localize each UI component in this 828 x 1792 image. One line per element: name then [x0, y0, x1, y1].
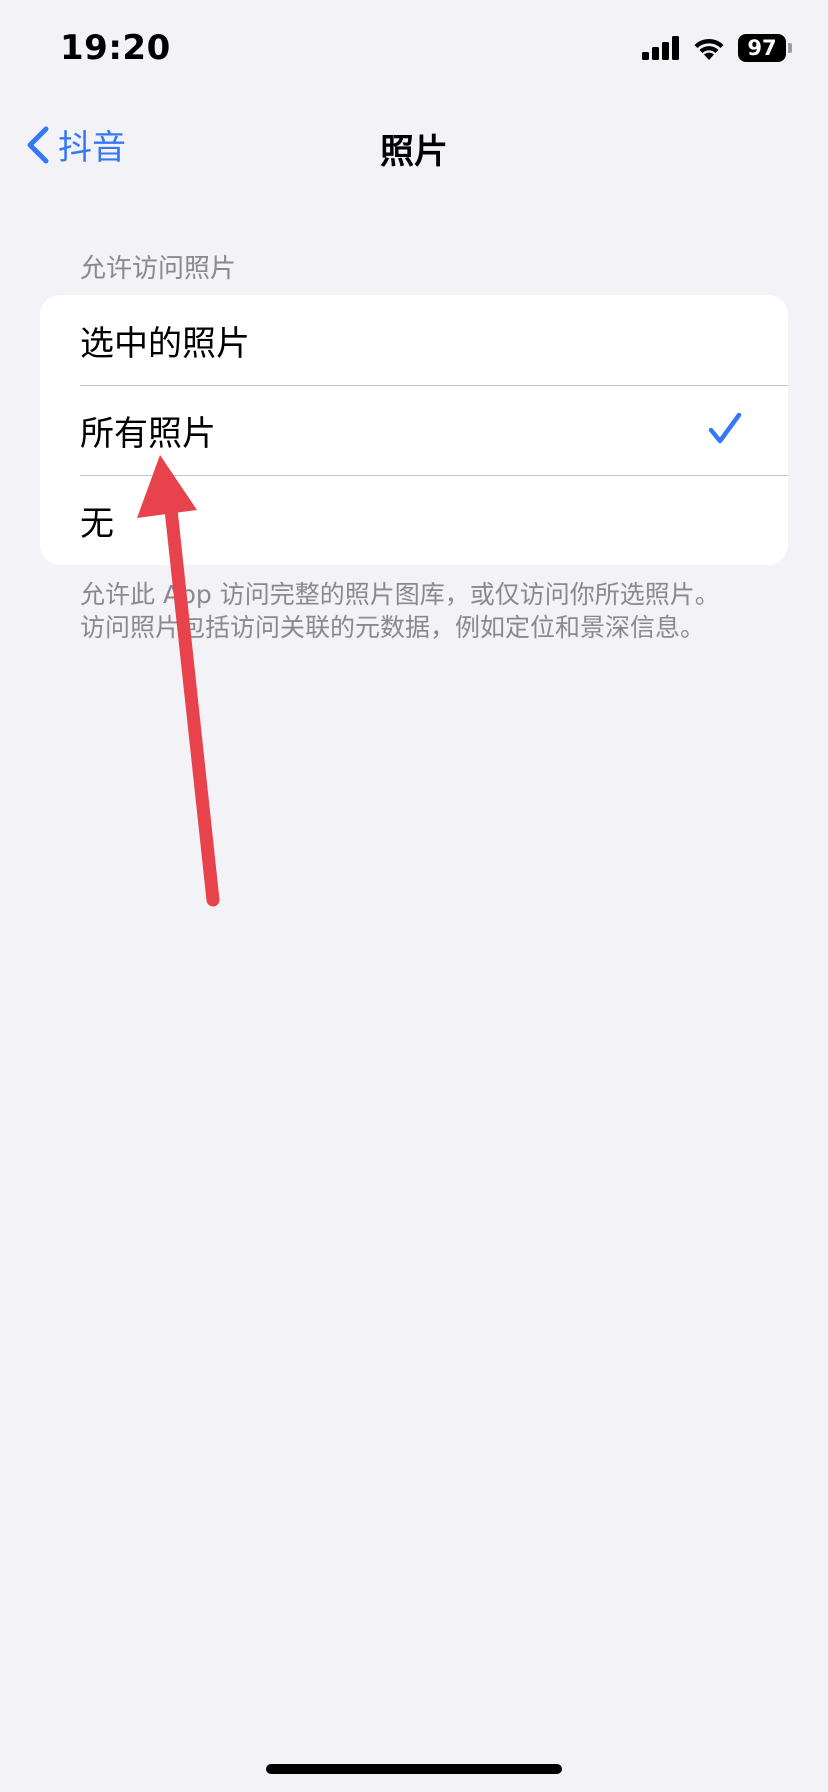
battery-level: 97 — [738, 34, 786, 62]
footer-line-1: 允许此 App 访问完整的照片图库，或仅访问你所选照片。 — [80, 580, 720, 609]
battery-icon: 97 — [738, 34, 792, 62]
option-all-photos[interactable]: 所有照片 — [40, 385, 788, 475]
status-bar: 19:20 97 — [0, 0, 828, 100]
cellular-signal-icon — [642, 36, 679, 60]
option-label: 选中的照片 — [80, 323, 250, 364]
wifi-icon — [694, 38, 724, 60]
option-label: 无 — [80, 503, 114, 544]
option-label: 所有照片 — [80, 413, 216, 454]
checkmark-icon — [708, 412, 742, 444]
page-title: 照片 — [380, 132, 448, 172]
home-indicator[interactable] — [266, 1764, 562, 1774]
status-time: 19:20 — [60, 28, 171, 68]
navigation-bar: 抖音 照片 — [0, 100, 828, 188]
footer-line-2: 访问照片包括访问关联的元数据，例如定位和景深信息。 — [80, 613, 706, 642]
photo-access-options: 选中的照片 所有照片 无 — [40, 295, 788, 565]
option-none[interactable]: 无 — [40, 475, 788, 565]
option-selected-photos[interactable]: 选中的照片 — [40, 295, 788, 385]
section-header: 允许访问照片 — [80, 254, 237, 284]
status-icons: 97 — [642, 34, 792, 62]
battery-tip — [788, 43, 792, 53]
section-footer: 允许此 App 访问完整的照片图库，或仅访问你所选照片。 访问照片包括访问关联的… — [80, 578, 780, 644]
